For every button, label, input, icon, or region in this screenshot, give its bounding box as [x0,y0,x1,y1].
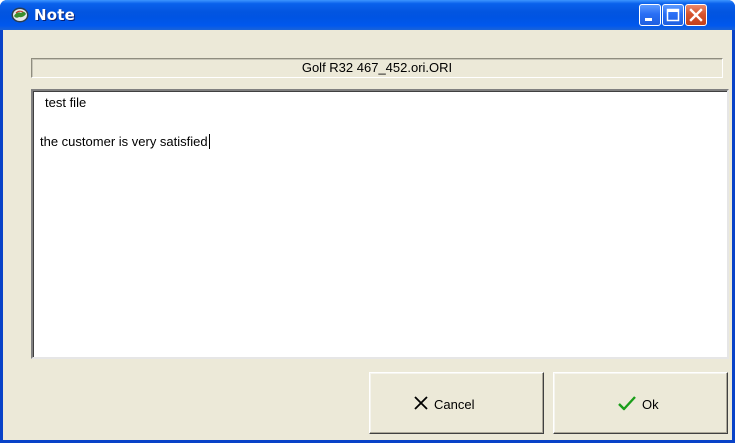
ok-button[interactable]: Ok [553,372,728,434]
maximize-icon [666,8,680,22]
ok-label: Ok [642,397,659,412]
close-icon [689,8,703,22]
maximize-button[interactable] [662,4,684,26]
text-caret [208,134,210,149]
cancel-label: Cancel [434,397,475,412]
note-window: Note Golf R32 467_452.ori.ORI test file … [0,0,735,443]
minimize-button[interactable] [639,4,661,26]
note-line-1: test file [45,95,87,110]
note-text-area[interactable]: test file the customer is very satisfied [31,89,729,359]
note-line-2: the customer is very satisfied [40,134,210,149]
title-bar[interactable]: Note [0,0,735,30]
x-icon [414,396,428,410]
app-globe-icon[interactable] [11,7,29,23]
checkmark-icon [618,396,636,411]
minimize-icon [645,18,652,21]
window-title: Note [34,6,76,24]
cancel-button[interactable]: Cancel [369,372,544,434]
note-line-2-text: the customer is very satisfied [40,134,208,149]
close-button[interactable] [685,4,707,26]
filename-label: Golf R32 467_452.ori.ORI [31,58,723,78]
